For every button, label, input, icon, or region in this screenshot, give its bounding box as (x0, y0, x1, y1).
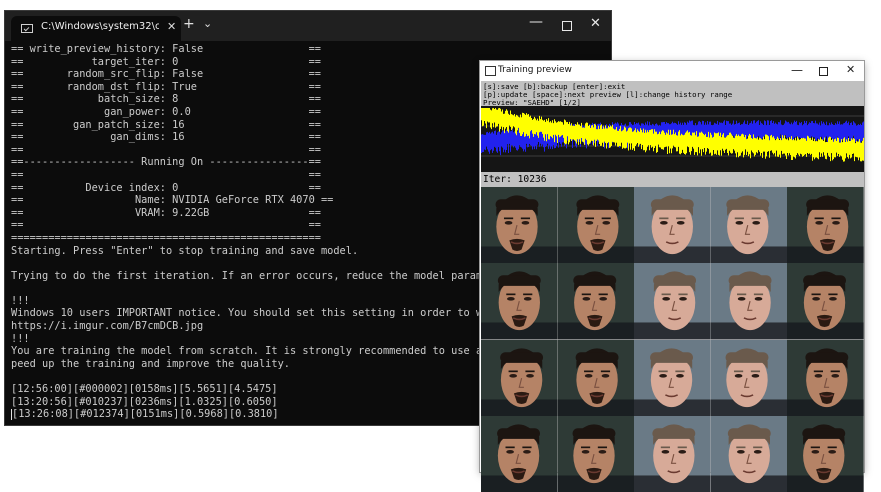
preview-title: Training preview (498, 65, 572, 75)
close-icon[interactable]: ✕ (846, 63, 855, 76)
maximize-icon[interactable] (819, 67, 828, 76)
face-preview-4-1 (481, 415, 558, 492)
face-preview-1-2 (557, 187, 635, 264)
command-prompt-icon (21, 24, 33, 33)
face-preview-2-3 (634, 263, 711, 340)
terminal-tab-title: C:\Windows\system32\cmd.e (41, 21, 159, 32)
close-tab-icon[interactable]: ✕ (167, 20, 176, 33)
terminal-line: == write_preview_history: False == (11, 43, 321, 55)
face-preview-3-2 (557, 339, 635, 416)
face-preview-4-3 (634, 415, 711, 492)
face-preview-1-1 (481, 187, 558, 264)
face-preview-4-2 (557, 415, 635, 492)
face-preview-3-5 (787, 339, 864, 416)
face-preview-3-3 (634, 339, 711, 416)
preview-content: [s]:save [b]:backup [enter]:exit [p]:upd… (481, 81, 864, 492)
text-cursor (11, 408, 12, 420)
face-preview-2-1 (481, 263, 558, 340)
maximize-icon[interactable] (562, 21, 572, 31)
training-preview-window: Training preview — ✕ [s]:save [b]:backup… (480, 61, 864, 492)
face-preview-2-4 (710, 263, 788, 340)
face-preview-1-4 (710, 187, 788, 264)
face-preview-grid (481, 187, 864, 492)
face-preview-4-4 (710, 415, 788, 492)
face-preview-1-5 (787, 187, 864, 264)
terminal-titlebar: C:\Windows\system32\cmd.e ✕ + ⌄ — ✕ (5, 11, 611, 41)
iteration-label: Iter: 10236 (483, 174, 547, 185)
loss-history-graph (481, 106, 864, 172)
new-tab-icon[interactable]: + (183, 16, 195, 32)
face-preview-2-2 (557, 263, 635, 340)
close-icon[interactable]: ✕ (590, 16, 601, 31)
face-preview-3-1 (481, 339, 558, 416)
minimize-icon[interactable]: — (791, 63, 803, 77)
face-preview-2-5 (787, 263, 864, 340)
chevron-down-icon[interactable]: ⌄ (203, 17, 212, 30)
window-icon (485, 66, 496, 76)
preview-titlebar: Training preview — ✕ (480, 61, 864, 81)
terminal-tab[interactable]: C:\Windows\system32\cmd.e ✕ (11, 16, 181, 41)
face-preview-3-4 (710, 339, 788, 416)
face-preview-4-5 (787, 415, 864, 492)
minimize-icon[interactable]: — (529, 14, 543, 30)
face-preview-1-3 (634, 187, 711, 264)
